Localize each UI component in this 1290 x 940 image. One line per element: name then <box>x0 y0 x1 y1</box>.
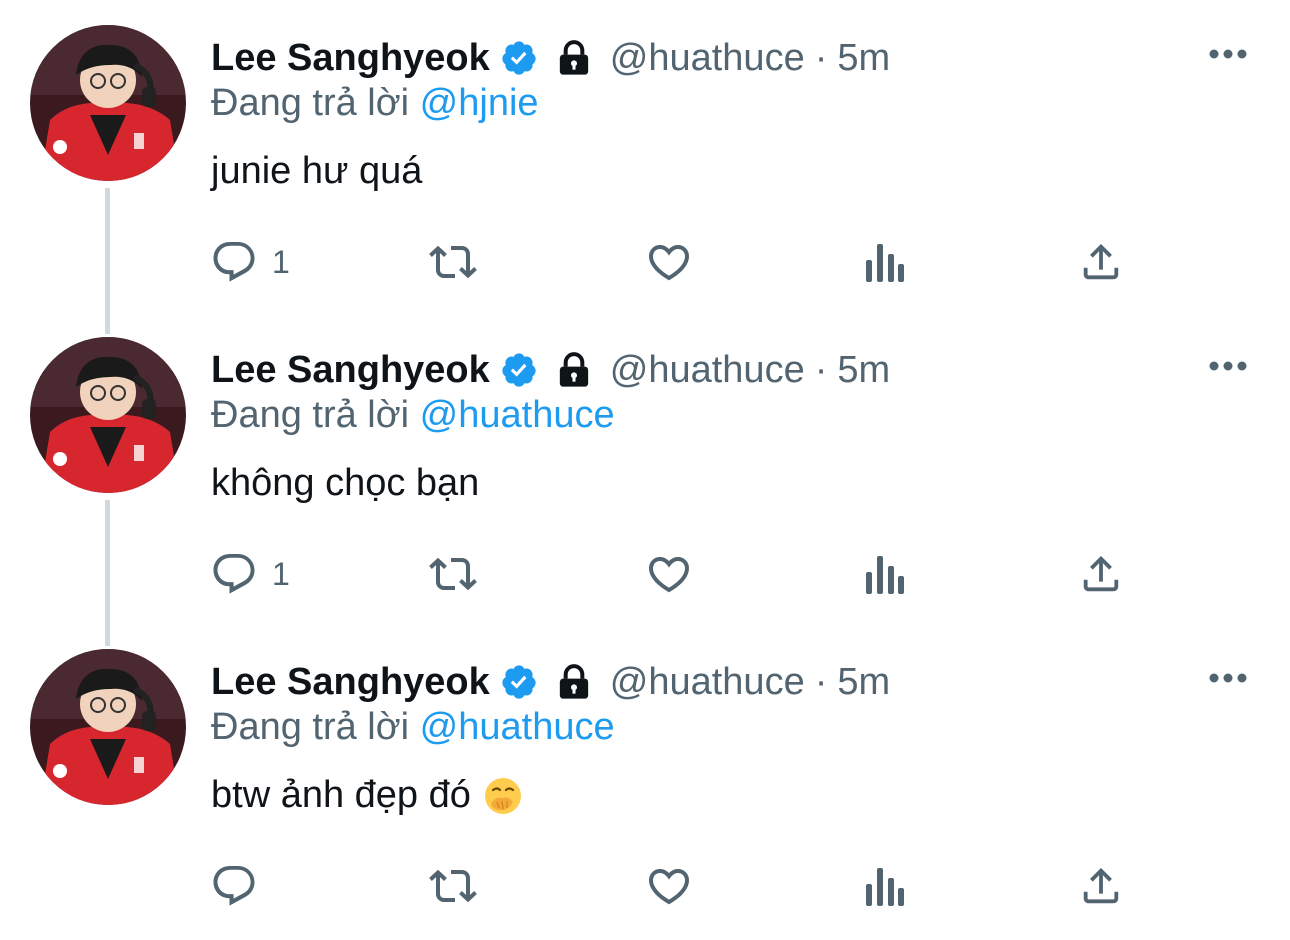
like-icon <box>644 238 694 286</box>
author-handle[interactable]: @huathuce <box>610 37 805 80</box>
tweet-timestamp[interactable]: 5m <box>837 661 890 704</box>
tweet[interactable]: Lee Sanghyeok @huathuce · 5m Đang trả lờ… <box>0 312 1290 624</box>
like-button[interactable] <box>644 548 694 600</box>
author-handle[interactable]: @huathuce <box>610 349 805 392</box>
share-button[interactable] <box>1078 548 1124 600</box>
reply-button[interactable]: 1 <box>210 236 290 288</box>
like-button[interactable] <box>644 236 694 288</box>
retweet-button[interactable] <box>425 236 481 288</box>
author-name[interactable]: Lee Sanghyeok <box>211 37 490 80</box>
tweet-header: Lee Sanghyeok @huathuce · 5m <box>211 342 890 398</box>
tweet-text-content: btw ảnh đẹp đó <box>211 774 471 816</box>
tweet-timestamp[interactable]: 5m <box>837 37 890 80</box>
tweet-timestamp[interactable]: 5m <box>837 349 890 392</box>
analytics-icon <box>862 862 906 910</box>
tweet-actions: 1 <box>210 548 1170 600</box>
more-dots-icon[interactable] <box>1206 36 1250 72</box>
like-icon <box>644 550 694 598</box>
more-dots-icon[interactable] <box>1206 348 1250 384</box>
replying-to-label: Đang trả lời <box>211 82 410 124</box>
author-name[interactable]: Lee Sanghyeok <box>211 349 490 392</box>
tweet-header: Lee Sanghyeok @huathuce · 5m <box>211 654 890 710</box>
lock-icon <box>554 662 594 702</box>
analytics-button[interactable] <box>862 548 906 600</box>
share-button[interactable] <box>1078 236 1124 288</box>
retweet-icon <box>425 862 481 910</box>
share-icon <box>1078 238 1124 286</box>
more-dots-icon[interactable] <box>1206 660 1250 696</box>
separator-dot: · <box>814 660 828 703</box>
verified-badge-icon <box>500 351 538 389</box>
tweet-header: Lee Sanghyeok @huathuce · 5m <box>211 30 890 86</box>
verified-badge-icon <box>500 39 538 77</box>
like-button[interactable] <box>644 860 694 912</box>
reply-button[interactable] <box>210 860 272 912</box>
tweet-text: btw ảnh đẹp đó <box>211 774 523 817</box>
verified-badge-icon <box>500 663 538 701</box>
analytics-button[interactable] <box>862 860 906 912</box>
face-with-hand-over-mouth-emoji <box>483 776 523 816</box>
like-icon <box>644 862 694 910</box>
avatar[interactable] <box>30 25 186 181</box>
analytics-button[interactable] <box>862 236 906 288</box>
reply-mention-link[interactable]: @hjnie <box>420 82 539 124</box>
replying-to-label: Đang trả lời <box>211 394 410 436</box>
timeline: Lee Sanghyeok @huathuce · 5m Đang trả lờ… <box>0 0 1290 940</box>
retweet-button[interactable] <box>425 860 481 912</box>
replying-to-line: Đang trả lời @huathuce <box>211 394 615 437</box>
author-name[interactable]: Lee Sanghyeok <box>211 661 490 704</box>
retweet-icon <box>425 550 481 598</box>
tweet-text: không chọc bạn <box>211 462 479 505</box>
replying-to-label: Đang trả lời <box>211 706 410 748</box>
tweet-text-content: không chọc bạn <box>211 462 480 504</box>
tweet[interactable]: Lee Sanghyeok @huathuce · 5m Đang trả lờ… <box>0 0 1290 312</box>
retweet-button[interactable] <box>425 548 481 600</box>
tweet-text: junie hư quá <box>211 150 422 193</box>
analytics-icon <box>862 238 906 286</box>
author-handle[interactable]: @huathuce <box>610 661 805 704</box>
share-icon <box>1078 550 1124 598</box>
reply-icon <box>210 238 258 286</box>
analytics-icon <box>862 550 906 598</box>
reply-count: 1 <box>272 555 290 592</box>
share-icon <box>1078 862 1124 910</box>
retweet-icon <box>425 238 481 286</box>
reply-mention-link[interactable]: @huathuce <box>420 394 615 436</box>
share-button[interactable] <box>1078 860 1124 912</box>
tweet-actions: 1 <box>210 236 1170 288</box>
reply-mention-link[interactable]: @huathuce <box>420 706 615 748</box>
avatar[interactable] <box>30 649 186 805</box>
reply-icon <box>210 550 258 598</box>
replying-to-line: Đang trả lời @huathuce <box>211 706 615 749</box>
avatar[interactable] <box>30 337 186 493</box>
lock-icon <box>554 38 594 78</box>
reply-count: 1 <box>272 243 290 280</box>
separator-dot: · <box>814 348 828 391</box>
replying-to-line: Đang trả lời @hjnie <box>211 82 539 125</box>
reply-button[interactable]: 1 <box>210 548 290 600</box>
lock-icon <box>554 350 594 390</box>
reply-icon <box>210 862 258 910</box>
tweet-actions <box>210 860 1170 912</box>
separator-dot: · <box>814 36 828 79</box>
tweet[interactable]: Lee Sanghyeok @huathuce · 5m Đang trả lờ… <box>0 624 1290 936</box>
tweet-text-content: junie hư quá <box>211 150 423 192</box>
